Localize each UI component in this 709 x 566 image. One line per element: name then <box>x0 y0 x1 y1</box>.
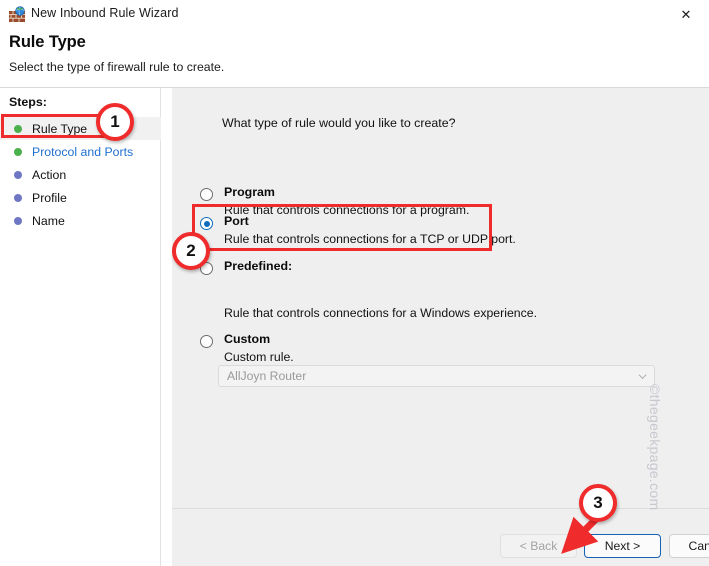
option-description: Rule that controls connections for a Win… <box>224 306 538 320</box>
option-title: Predefined: <box>224 259 293 273</box>
next-button[interactable]: Next > <box>584 534 661 558</box>
sidebar-item-label: Action <box>32 167 67 182</box>
radio-custom[interactable] <box>200 335 213 348</box>
step-bullet-icon <box>14 170 22 179</box>
back-button[interactable]: < Back <box>500 534 577 558</box>
wizard-footer: < Back Next > Cancel <box>172 509 709 566</box>
sidebar-item-action[interactable]: Action <box>0 163 161 186</box>
rule-type-question: What type of rule would you like to crea… <box>222 116 456 130</box>
annotation-step-1: 1 <box>96 103 134 141</box>
annotation-step-2: 2 <box>172 232 210 270</box>
option-description: Rule that controls connections for a pro… <box>224 203 470 217</box>
sidebar-item-label: Rule Type <box>32 121 88 136</box>
option-description: Custom rule. <box>224 350 294 364</box>
rule-type-content: What type of rule would you like to crea… <box>172 88 709 508</box>
sidebar-item-name[interactable]: Name <box>0 209 161 232</box>
sidebar-item-rule-type[interactable]: Rule Type <box>0 117 161 140</box>
wizard-main-panel: What type of rule would you like to crea… <box>172 88 709 566</box>
radio-port[interactable] <box>200 217 213 230</box>
radio-program[interactable] <box>200 188 213 201</box>
steps-list: Rule Type Protocol and Ports Action Prof… <box>0 117 161 232</box>
step-bullet-icon <box>14 216 22 225</box>
sidebar-item-profile[interactable]: Profile <box>0 186 161 209</box>
option-description: Rule that controls connections for a TCP… <box>224 232 516 246</box>
close-icon[interactable]: ✕ <box>663 0 709 30</box>
sidebar-item-label: Name <box>32 213 65 228</box>
page-title: Rule Type <box>9 33 86 51</box>
page-subtitle: Select the type of firewall rule to crea… <box>9 60 225 74</box>
watermark: ©thegeekpage.com <box>647 384 663 511</box>
chevron-down-icon <box>638 374 647 380</box>
cancel-button[interactable]: Cancel <box>669 534 709 558</box>
steps-label: Steps: <box>9 95 47 109</box>
step-bullet-icon <box>14 193 22 202</box>
wizard-header: Rule Type Select the type of firewall ru… <box>0 30 709 88</box>
predefined-dropdown-value: AllJoyn Router <box>227 369 307 383</box>
sidebar-item-label: Profile <box>32 190 67 205</box>
sidebar-item-label: Protocol and Ports <box>32 144 134 159</box>
title-bar: New Inbound Rule Wizard ✕ <box>0 0 709 30</box>
step-bullet-icon <box>14 147 22 156</box>
annotation-step-3: 3 <box>579 484 617 522</box>
option-title: Custom <box>224 332 271 346</box>
firewall-globe-icon <box>9 6 25 22</box>
step-bullet-icon <box>14 124 22 133</box>
option-title: Program <box>224 185 275 199</box>
sidebar-item-protocol-and-ports[interactable]: Protocol and Ports <box>0 140 161 163</box>
window-title: New Inbound Rule Wizard <box>31 6 179 20</box>
steps-sidebar: Steps: Rule Type Protocol and Ports Acti… <box>0 88 161 566</box>
predefined-dropdown[interactable]: AllJoyn Router <box>218 365 655 387</box>
option-title: Port <box>224 214 249 228</box>
new-inbound-rule-wizard-window: New Inbound Rule Wizard ✕ Rule Type Sele… <box>0 0 709 566</box>
